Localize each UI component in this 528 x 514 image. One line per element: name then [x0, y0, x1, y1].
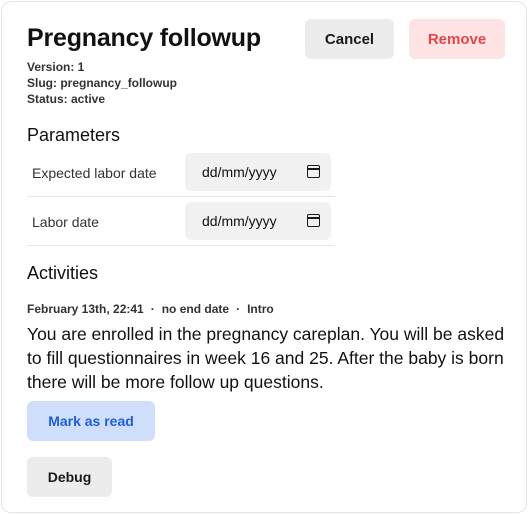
- activity-meta: February 13th, 22:41 · no end date · Int…: [27, 302, 274, 316]
- activity-text: You are enrolled in the pregnancy carepl…: [27, 324, 505, 392]
- parameter-row-expected-labor-date: Expected labor date dd/mm/yyyy: [27, 148, 335, 197]
- labor-date-input[interactable]: dd/mm/yyyy: [185, 202, 331, 240]
- activities-heading: Activities: [27, 263, 99, 283]
- meta-separator: ·: [236, 302, 241, 316]
- version-text: Version: 1: [27, 60, 85, 74]
- careplan-title: Pregnancy followup: [27, 24, 261, 52]
- parameter-row-labor-date: Labor date dd/mm/yyyy: [27, 197, 335, 246]
- cancel-button[interactable]: Cancel: [305, 19, 394, 59]
- meta-separator: ·: [150, 302, 155, 316]
- parameter-label: Labor date: [32, 214, 99, 230]
- parameters-heading: Parameters: [27, 125, 121, 145]
- activity-type: Intro: [247, 302, 274, 316]
- remove-button[interactable]: Remove: [409, 19, 505, 59]
- activity-date: February 13th, 22:41: [27, 302, 144, 316]
- date-placeholder: dd/mm/yyyy: [202, 164, 277, 180]
- mark-as-read-button[interactable]: Mark as read: [27, 401, 155, 441]
- expected-labor-date-input[interactable]: dd/mm/yyyy: [185, 153, 331, 191]
- calendar-icon[interactable]: [307, 165, 320, 178]
- status-text: Status: active: [27, 92, 106, 106]
- slug-text: Slug: pregnancy_followup: [27, 76, 178, 90]
- parameter-label: Expected labor date: [32, 165, 157, 181]
- careplan-card: Pregnancy followup Cancel Remove Version…: [1, 1, 527, 513]
- activity-end-date: no end date: [161, 302, 230, 316]
- date-placeholder: dd/mm/yyyy: [202, 213, 277, 229]
- debug-button[interactable]: Debug: [27, 457, 112, 497]
- calendar-icon[interactable]: [307, 214, 320, 227]
